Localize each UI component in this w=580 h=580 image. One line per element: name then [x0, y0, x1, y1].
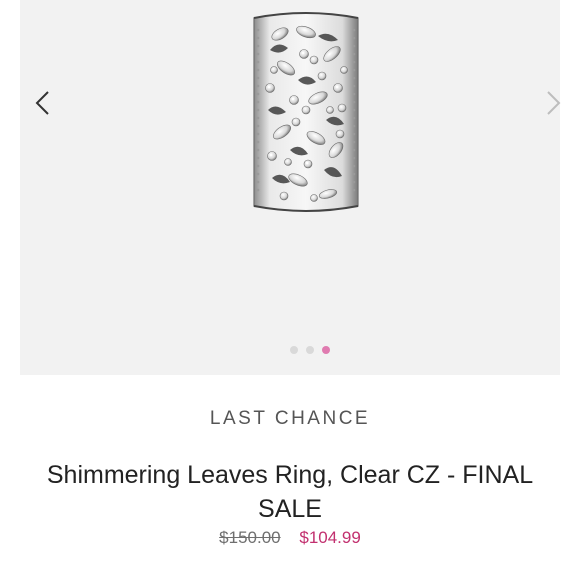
- price-row: $150.00 $104.99: [0, 528, 580, 548]
- product-category: LAST CHANCE: [209, 408, 371, 429]
- carousel-dot-1[interactable]: [290, 346, 298, 354]
- carousel-dot-2[interactable]: [306, 346, 314, 354]
- next-image-button[interactable]: [540, 88, 570, 118]
- product-image-carousel[interactable]: [20, 0, 561, 375]
- carousel-dot-3[interactable]: [322, 346, 330, 354]
- product-image: [248, 10, 364, 215]
- original-price: $150.00: [219, 528, 281, 547]
- chevron-right-icon: [547, 91, 561, 115]
- prev-image-button[interactable]: [30, 88, 60, 118]
- product-title: Shimmering Leaves Ring, Clear CZ - FINAL…: [46, 461, 534, 523]
- sale-price: $104.99: [299, 528, 361, 547]
- chevron-left-icon: [35, 91, 49, 115]
